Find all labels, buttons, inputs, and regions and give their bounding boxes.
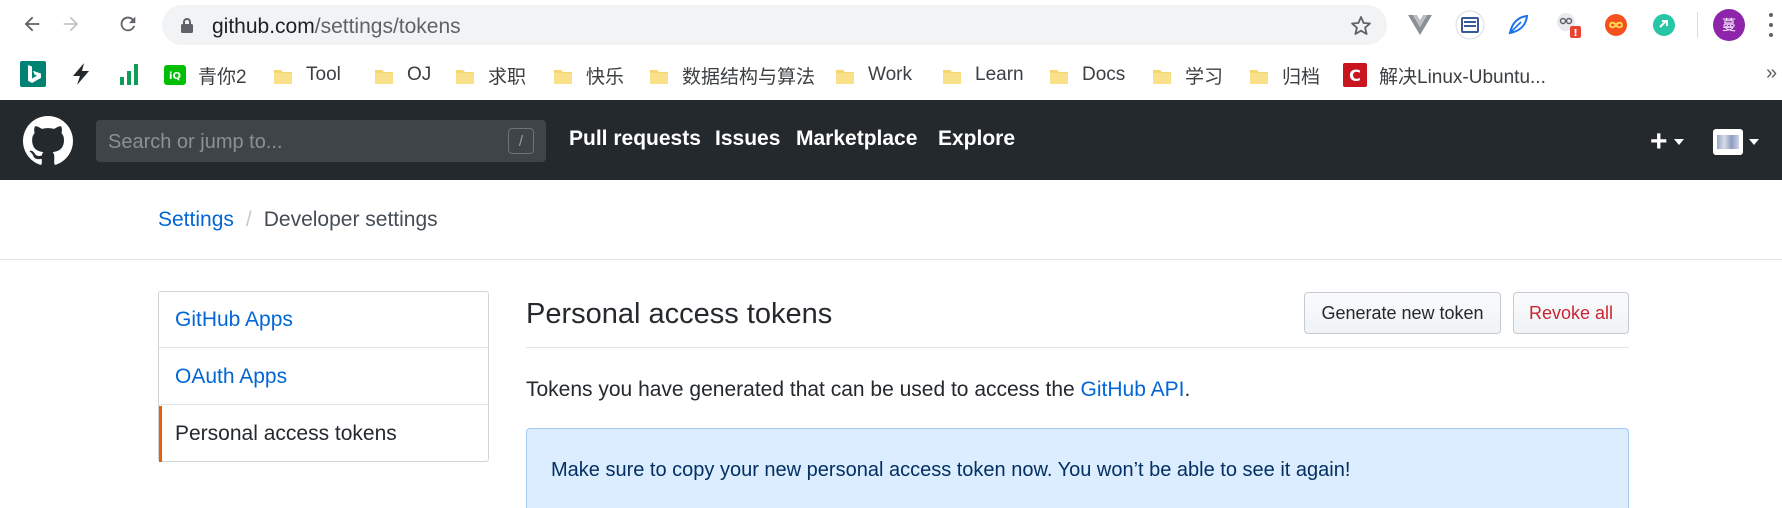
menu-item-personal-access-tokens[interactable]: Personal access tokens (159, 406, 488, 462)
lightning-icon[interactable] (68, 61, 94, 87)
page-title: Personal access tokens (526, 298, 833, 330)
bookmark-label: Docs (1082, 64, 1126, 85)
menu-item-oauth-apps[interactable]: OAuth Apps (159, 349, 488, 405)
bookmark-folder-study[interactable]: 学习 (1153, 60, 1223, 90)
folder-icon (836, 68, 854, 84)
nav-pull-requests[interactable]: Pull requests (569, 127, 701, 151)
svg-text:C: C (1349, 66, 1361, 85)
tokens-description: Tokens you have generated that can be us… (526, 378, 1190, 402)
revoke-all-button[interactable]: Revoke all (1513, 292, 1629, 334)
breadcrumb-current: Developer settings (263, 208, 438, 231)
signal-bars-icon[interactable] (116, 61, 142, 87)
svg-text:!: ! (1573, 28, 1578, 39)
caret-down-icon (1673, 139, 1684, 145)
reload-button[interactable] (112, 8, 144, 40)
url-path: /settings/tokens (314, 15, 461, 38)
bookmark-label: OJ (407, 64, 432, 85)
bookmark-star-icon[interactable] (1349, 14, 1373, 38)
user-menu-dropdown[interactable] (1713, 128, 1759, 156)
folder-icon (456, 68, 474, 84)
arrow-left-icon (24, 16, 40, 32)
breadcrumb-separator: / (245, 208, 252, 231)
arrow-right-icon (63, 16, 79, 32)
bookmark-label: Learn (975, 64, 1024, 85)
bookmarks-bar: iQ 青你2 Tool OJ 求职 快乐 数据结构与算法 Work Learn … (0, 50, 1782, 100)
bookmark-label: 学习 (1185, 66, 1224, 88)
bookmark-iqiyi[interactable]: iQ 青你2 (164, 60, 247, 90)
search-placeholder: Search or jump to... (108, 131, 283, 153)
browser-menu-icon[interactable] (1768, 13, 1774, 37)
lock-icon (181, 18, 193, 33)
csdn-icon: C (1343, 63, 1367, 87)
flash-notice: Make sure to copy your new personal acce… (526, 428, 1629, 508)
infinity-extension-icon[interactable] (1601, 10, 1631, 40)
bookmark-label: 青你2 (198, 66, 247, 88)
bookmarks-overflow-button[interactable]: » (1766, 62, 1777, 85)
github-api-link[interactable]: GitHub API (1081, 378, 1185, 401)
folder-icon (1250, 68, 1268, 84)
folder-icon (1153, 68, 1171, 84)
translate-extension-icon[interactable]: ! (1553, 10, 1583, 40)
vue-devtools-extension-icon[interactable] (1405, 10, 1435, 40)
nav-explore[interactable]: Explore (938, 127, 1015, 151)
breadcrumb-settings-link[interactable]: Settings (158, 208, 234, 231)
generate-new-token-button[interactable]: Generate new token (1304, 292, 1501, 334)
bookmark-label: 求职 (488, 66, 527, 88)
bookmark-folder-oj[interactable]: OJ (375, 60, 431, 90)
bookmark-label: Work (868, 64, 912, 85)
link-extension-icon[interactable] (1649, 10, 1679, 40)
forward-button[interactable] (55, 8, 87, 40)
bookmark-label: 快乐 (586, 66, 625, 88)
bookmark-folder-docs[interactable]: Docs (1050, 60, 1125, 90)
nav-marketplace[interactable]: Marketplace (796, 127, 917, 151)
browser-toolbar: github.com/settings/tokens ! 蔓 (0, 0, 1782, 50)
folder-icon (554, 68, 572, 84)
bookmark-label: Tool (306, 64, 341, 85)
bookmark-folder-tool[interactable]: Tool (274, 60, 341, 90)
url-text: github.com/settings/tokens (212, 15, 461, 39)
bookmark-folder-learn[interactable]: Learn (943, 60, 1024, 90)
folder-icon (375, 68, 393, 84)
iqiyi-icon: iQ (164, 65, 186, 85)
toolbar-divider (1697, 12, 1698, 38)
description-suffix: . (1184, 378, 1191, 401)
folder-icon (650, 68, 668, 84)
title-divider (526, 347, 1629, 348)
bookmark-folder-archive[interactable]: 归档 (1250, 60, 1320, 90)
description-text: Tokens you have generated that can be us… (526, 378, 1081, 401)
folder-icon (1050, 68, 1068, 84)
profile-avatar[interactable]: 蔓 (1713, 9, 1745, 41)
url-host: github.com (212, 15, 315, 38)
user-avatar (1713, 129, 1743, 155)
back-button[interactable] (16, 8, 48, 40)
feather-extension-icon[interactable] (1503, 10, 1533, 40)
bing-icon[interactable] (20, 61, 46, 87)
folder-icon (274, 68, 292, 84)
bookmark-folder-algorithms[interactable]: 数据结构与算法 (650, 60, 815, 90)
folder-icon (943, 68, 961, 84)
bookmark-label: 归档 (1282, 66, 1321, 88)
plus-icon: + (1650, 125, 1668, 158)
address-bar[interactable]: github.com/settings/tokens (162, 5, 1387, 45)
search-shortcut-key: / (508, 128, 534, 154)
caret-down-icon (1749, 139, 1759, 145)
bookmark-folder-work[interactable]: Work (836, 60, 912, 90)
reload-icon (120, 16, 136, 32)
search-input[interactable]: Search or jump to... / (96, 120, 546, 162)
bookmark-csdn[interactable]: C 解决Linux-Ubuntu... (1343, 60, 1546, 90)
bookmark-folder-job[interactable]: 求职 (456, 60, 526, 90)
github-octocat-icon[interactable] (23, 116, 73, 166)
reader-extension-icon[interactable] (1455, 10, 1485, 40)
menu-item-github-apps[interactable]: GitHub Apps (159, 292, 488, 348)
bookmark-label: 数据结构与算法 (682, 66, 816, 88)
flash-message: Make sure to copy your new personal acce… (551, 459, 1351, 481)
svg-text:iQ: iQ (169, 71, 181, 82)
bookmark-folder-fun[interactable]: 快乐 (554, 60, 624, 90)
nav-issues[interactable]: Issues (715, 127, 780, 151)
developer-settings-menu: GitHub Apps OAuth Apps Personal access t… (158, 291, 489, 462)
bookmark-label: 解决Linux-Ubuntu... (1379, 66, 1546, 88)
breadcrumb: Settings / Developer settings (158, 208, 438, 232)
create-new-dropdown[interactable]: + (1650, 125, 1684, 158)
